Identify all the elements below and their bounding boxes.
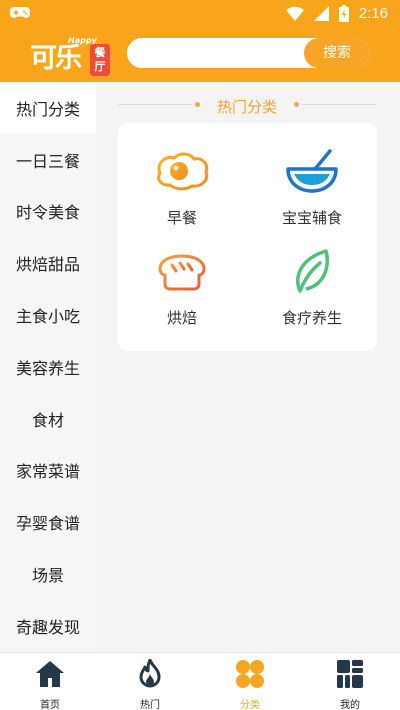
sidebar-item-beauty-health[interactable]: 美容养生 bbox=[0, 341, 96, 393]
battery-icon bbox=[338, 5, 349, 22]
grid-icon bbox=[337, 660, 363, 688]
sidebar-item-staple-snacks[interactable]: 主食小吃 bbox=[0, 289, 96, 341]
app-header: 2:16 可乐 Happy 餐厅 搜索 bbox=[0, 0, 400, 82]
sidebar-item-discoveries[interactable]: 奇趣发现 bbox=[0, 600, 96, 652]
fried-egg-icon bbox=[157, 152, 209, 191]
divider bbox=[302, 104, 376, 105]
flame-icon bbox=[139, 658, 161, 688]
category-baking[interactable]: 烘焙 bbox=[122, 247, 242, 328]
status-bar: 2:16 bbox=[0, 0, 400, 28]
tab-label: 首页 bbox=[40, 700, 60, 710]
tab-hot[interactable]: 热门 bbox=[100, 658, 200, 710]
tab-category[interactable]: 分类 bbox=[200, 659, 300, 710]
sidebar-item-baking-dessert[interactable]: 烘焙甜品 bbox=[0, 237, 96, 289]
main-content: 热门分类 早餐 宝宝辅食 烘焙 食疗养生 bbox=[96, 82, 400, 652]
search-button[interactable]: 搜索 bbox=[304, 38, 370, 68]
category-label: 烘焙 bbox=[166, 309, 197, 327]
category-label: 食疗养生 bbox=[281, 309, 342, 327]
category-label: 宝宝辅食 bbox=[281, 209, 342, 227]
leaf-icon bbox=[296, 249, 329, 293]
sidebar-item-seasonal[interactable]: 时令美食 bbox=[0, 186, 96, 238]
category-diet-therapy[interactable]: 食疗养生 bbox=[252, 247, 372, 328]
status-time: 2:16 bbox=[358, 5, 388, 22]
section-header: 热门分类 bbox=[118, 96, 376, 116]
tab-home[interactable]: 首页 bbox=[0, 659, 100, 710]
gamepad-icon bbox=[10, 7, 30, 18]
signal-icon bbox=[313, 6, 329, 21]
tab-label: 热门 bbox=[140, 700, 160, 710]
app-logo: 可乐 Happy 餐厅 bbox=[30, 36, 110, 76]
sidebar-item-home-recipes[interactable]: 家常菜谱 bbox=[0, 445, 96, 497]
category-label: 早餐 bbox=[166, 209, 197, 227]
home-icon bbox=[36, 661, 64, 687]
bread-icon bbox=[158, 254, 206, 291]
category-sidebar: 热门分类 一日三餐 时令美食 烘焙甜品 主食小吃 美容养生 食材 家常菜谱 孕婴… bbox=[0, 82, 96, 652]
sidebar-item-ingredients[interactable]: 食材 bbox=[0, 393, 96, 445]
tab-label: 我的 bbox=[340, 700, 360, 710]
wifi-icon bbox=[285, 6, 304, 21]
category-icon bbox=[236, 660, 264, 688]
category-baby-food[interactable]: 宝宝辅食 bbox=[252, 147, 372, 228]
sidebar-item-maternal-baby[interactable]: 孕婴食谱 bbox=[0, 496, 96, 548]
category-breakfast[interactable]: 早餐 bbox=[122, 147, 242, 228]
sidebar-item-hot[interactable]: 热门分类 bbox=[0, 82, 96, 134]
sidebar-item-three-meals[interactable]: 一日三餐 bbox=[0, 134, 96, 186]
category-card: 早餐 宝宝辅食 烘焙 食疗养生 bbox=[118, 123, 377, 351]
sidebar-item-scenes[interactable]: 场景 bbox=[0, 548, 96, 600]
tab-mine[interactable]: 我的 bbox=[300, 659, 400, 710]
tab-label: 分类 bbox=[240, 700, 260, 710]
search-input[interactable] bbox=[127, 38, 305, 68]
section-title: 热门分类 bbox=[216, 98, 277, 116]
bottom-nav: 首页 热门 分类 我的 bbox=[0, 652, 400, 710]
search-bar: 搜索 bbox=[127, 38, 370, 68]
bowl-icon bbox=[286, 149, 338, 193]
